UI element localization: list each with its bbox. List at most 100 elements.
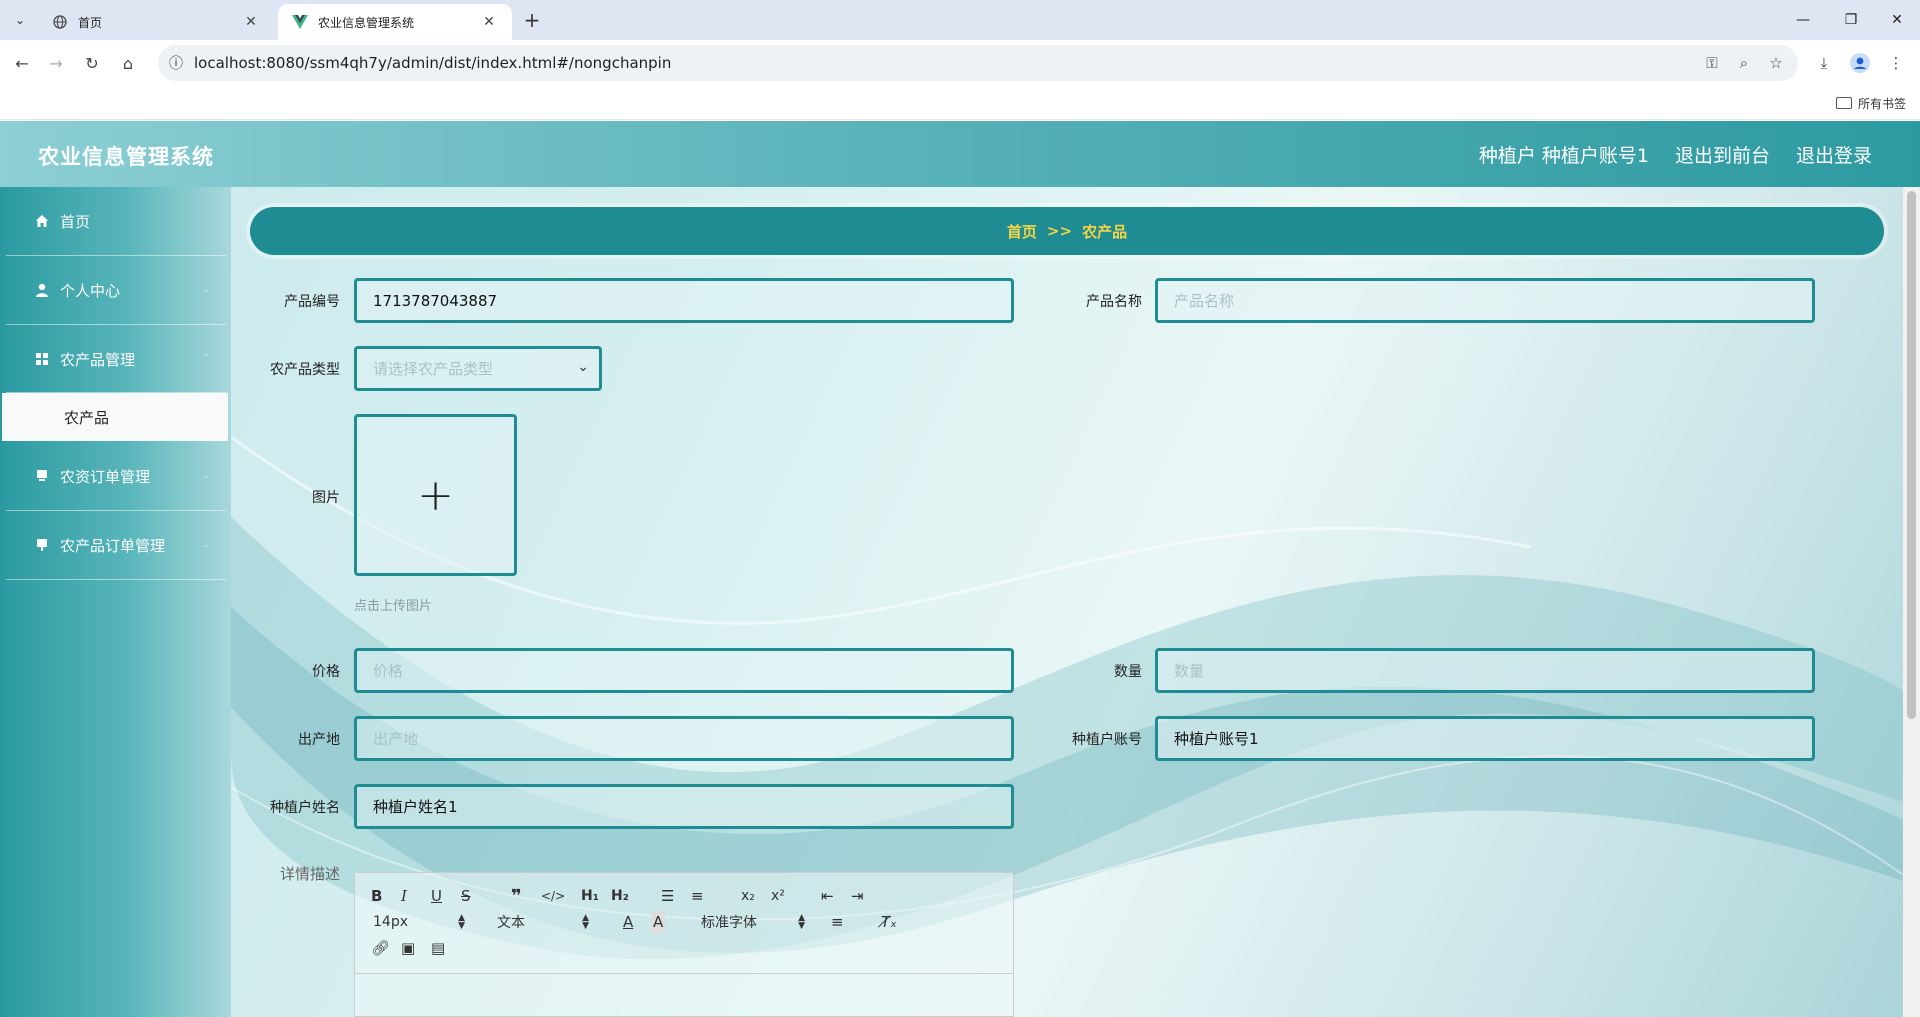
underline-icon[interactable]: U xyxy=(431,885,442,907)
exit-to-front-link[interactable]: 退出到前台 xyxy=(1675,141,1770,168)
all-bookmarks[interactable]: 所有书签 xyxy=(1835,92,1906,114)
rich-text-editor[interactable]: B I U S ❞ </> H₁ H₂ ☰ ≡ x₂ x² ⇤ ⇥ 14px ▲… xyxy=(354,872,1014,1017)
close-tab-icon[interactable]: ✕ xyxy=(480,13,498,31)
sidebar-subitem-products[interactable]: 农产品 xyxy=(2,393,228,441)
user-icon xyxy=(34,282,50,298)
page-scrollbar[interactable] xyxy=(1903,187,1920,1017)
tab-title: 首页 xyxy=(78,15,103,30)
more-menu-icon[interactable]: ⋮ xyxy=(1882,49,1910,77)
link-icon[interactable]: 🔗︎ xyxy=(371,937,390,959)
price-field[interactable]: 价格 xyxy=(354,648,1014,693)
heading1-icon[interactable]: H₁ xyxy=(581,885,599,907)
globe-icon xyxy=(52,14,68,30)
quantity-label: 数量 xyxy=(1114,664,1142,680)
minimize-icon[interactable]: — xyxy=(1780,0,1826,40)
bookmarks-bar: 所有书签 xyxy=(0,86,1920,120)
restore-icon[interactable]: ❐ xyxy=(1828,0,1874,40)
grower-account-label: 种植户账号 xyxy=(1072,732,1142,748)
profile-icon[interactable] xyxy=(1846,49,1874,77)
product-no-label: 产品编号 xyxy=(284,294,340,310)
grower-name-field[interactable]: 种植户姓名1 xyxy=(354,784,1014,829)
forward-icon[interactable]: → xyxy=(42,49,70,77)
breadcrumb-separator: >> xyxy=(1046,222,1073,240)
heading2-icon[interactable]: H₂ xyxy=(611,885,629,907)
reload-icon[interactable]: ↻ xyxy=(78,49,106,77)
image-upload[interactable]: + xyxy=(354,414,517,576)
breadcrumb-home[interactable]: 首页 xyxy=(1007,221,1037,242)
font-color-icon[interactable]: A xyxy=(623,911,633,933)
zoom-icon[interactable]: ⌕ xyxy=(1730,49,1758,77)
breadcrumb-current: 农产品 xyxy=(1082,222,1128,241)
grower-account-field[interactable]: 种植户账号1 xyxy=(1155,716,1815,761)
divider xyxy=(6,579,226,580)
font-size-select[interactable]: 14px ▲ ▼ xyxy=(373,911,465,933)
chevron-down-icon: ⌄ xyxy=(577,359,589,375)
sidebar-item-label: 农产品管理 xyxy=(60,350,136,369)
text-style-select[interactable]: 文本 ▲ ▼ xyxy=(497,911,589,933)
grid-icon xyxy=(34,351,50,367)
site-info-icon[interactable]: ⓘ xyxy=(158,45,194,81)
subscript-icon[interactable]: x₂ xyxy=(741,885,755,907)
upload-tip: 点击上传图片 xyxy=(354,599,433,614)
align-icon[interactable]: ≡ xyxy=(831,911,844,933)
category-select[interactable]: 请选择农产品类型 ⌄ xyxy=(354,346,602,391)
blockquote-icon[interactable]: ❞ xyxy=(511,885,522,907)
indent-icon[interactable]: ⇥ xyxy=(851,885,864,907)
sidebar-item-personal-center[interactable]: 个人中心 ⌄ xyxy=(6,256,226,324)
sidebar-item-home[interactable]: 首页 xyxy=(6,187,226,255)
home-icon[interactable]: ⌂ xyxy=(114,49,142,77)
new-tab-icon[interactable]: + xyxy=(520,8,544,32)
category-placeholder: 请选择农产品类型 xyxy=(373,360,494,378)
browser-tab-active[interactable]: 农业信息管理系统 ✕ xyxy=(278,4,512,40)
logout-link[interactable]: 退出登录 xyxy=(1796,141,1872,168)
quantity-field[interactable]: 数量 xyxy=(1155,648,1815,693)
product-no-field[interactable]: 1713787043887 xyxy=(354,278,1014,323)
font-family-select[interactable]: 标准字体 ▲ ▼ xyxy=(701,911,805,933)
url-text: localhost:8080/ssm4qh7y/admin/dist/index… xyxy=(194,54,672,72)
italic-icon[interactable]: I xyxy=(401,885,407,907)
sidebar-item-product-orders[interactable]: 农产品订单管理 ⌄ xyxy=(6,511,226,579)
detail-label: 详情描述 xyxy=(279,865,340,883)
clear-format-icon[interactable]: T̸ₓ xyxy=(881,911,897,933)
sidebar-item-label: 农资订单管理 xyxy=(60,467,151,486)
download-icon[interactable]: ⤓ xyxy=(1810,49,1838,77)
updown-icon: ▲ ▼ xyxy=(582,913,589,931)
image-icon[interactable]: ▣ xyxy=(401,937,415,959)
origin-field[interactable]: 出产地 xyxy=(354,716,1014,761)
font-size-value: 14px xyxy=(373,914,408,930)
close-tab-icon[interactable]: ✕ xyxy=(242,13,260,31)
browser-toolbar: ← → ↻ ⌂ ⓘ localhost:8080/ssm4qh7y/admin/… xyxy=(0,40,1920,86)
ordered-list-icon[interactable]: ☰ xyxy=(661,885,674,907)
sidebar-item-product-management[interactable]: 农产品管理 ⌃ xyxy=(6,325,226,393)
bullet-list-icon[interactable]: ≡ xyxy=(691,885,704,907)
bold-icon[interactable]: B xyxy=(371,885,382,907)
browser-tab-home[interactable]: 首页 ✕ xyxy=(38,4,274,40)
address-bar[interactable]: ⓘ localhost:8080/ssm4qh7y/admin/dist/ind… xyxy=(158,45,1798,81)
breadcrumb: 首页 >> 农产品 xyxy=(250,207,1884,255)
video-icon[interactable]: ▤ xyxy=(431,937,445,959)
superscript-icon[interactable]: x² xyxy=(771,885,785,907)
home-icon xyxy=(34,213,50,229)
text-style-value: 文本 xyxy=(497,915,525,931)
bookmark-star-icon[interactable]: ☆ xyxy=(1762,49,1790,77)
chevron-down-icon: ⌄ xyxy=(201,470,210,481)
chevron-down-icon: ⌄ xyxy=(201,539,210,550)
background-color-icon[interactable]: A xyxy=(651,911,666,933)
sidebar-item-supply-orders[interactable]: 农资订单管理 ⌄ xyxy=(6,442,226,510)
back-icon[interactable]: ← xyxy=(8,49,36,77)
code-icon[interactable]: </> xyxy=(541,885,565,907)
origin-label: 出产地 xyxy=(298,732,340,748)
monitor-icon xyxy=(34,468,50,484)
tab-search-chevron-icon[interactable]: ⌄ xyxy=(8,8,32,32)
outdent-icon[interactable]: ⇤ xyxy=(821,885,834,907)
product-name-field[interactable]: 产品名称 xyxy=(1155,278,1815,323)
close-window-icon[interactable]: ✕ xyxy=(1874,0,1920,40)
strikethrough-icon[interactable]: S xyxy=(461,885,471,907)
app-header: 农业信息管理系统 种植户 种植户账号1 退出到前台 退出登录 xyxy=(0,121,1920,187)
scroll-thumb[interactable] xyxy=(1907,191,1916,719)
sidebar: 首页 个人中心 ⌄ 农产品管理 ⌃ 农产品 农资订单管理 ⌄ 农产品订单管理 ⌄ xyxy=(0,187,231,1017)
product-name-label: 产品名称 xyxy=(1086,294,1142,310)
tab-title: 农业信息管理系统 xyxy=(318,15,415,30)
browser-tab-bar: ⌄ 首页 ✕ 农业信息管理系统 ✕ + — ❐ ✕ xyxy=(0,0,1920,40)
password-key-icon[interactable]: ⚿ xyxy=(1698,49,1726,77)
